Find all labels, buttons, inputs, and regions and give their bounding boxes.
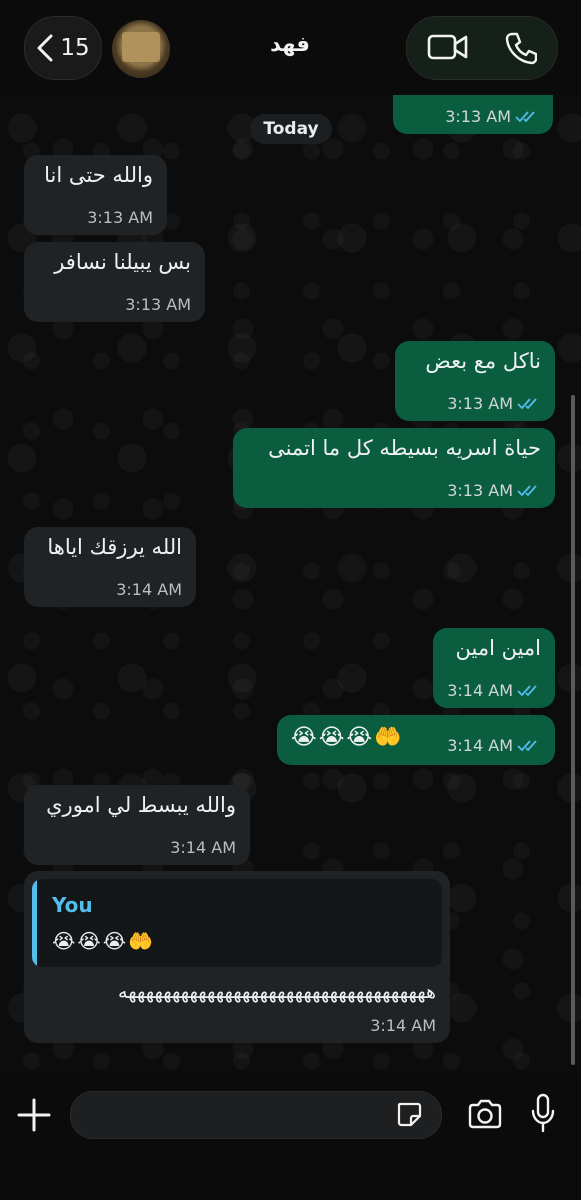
message-meta: 3:13 AM: [125, 295, 191, 314]
message-time: 3:14 AM: [447, 736, 513, 755]
message-bubble-incoming[interactable]: الله يرزقك اياها 3:14 AM: [24, 527, 196, 607]
double-check-icon: [517, 484, 537, 496]
back-button[interactable]: 15: [24, 16, 102, 80]
double-check-icon: [517, 684, 537, 696]
message-time: 3:13 AM: [87, 208, 153, 227]
message-bubble-incoming[interactable]: والله يبسط لي اموري 3:14 AM: [24, 785, 250, 865]
message-time: 3:13 AM: [125, 295, 191, 314]
chat-header: 15 فهد: [0, 0, 581, 95]
camera-icon[interactable]: [467, 1099, 503, 1129]
unread-count: 15: [60, 35, 90, 61]
avatar[interactable]: [112, 20, 170, 78]
message-meta: 3:14 AM: [447, 736, 541, 755]
message-bubble-incoming-reply[interactable]: You 😭😭😭🤲 ههههههههههههههههههههههههههههههه…: [24, 871, 450, 1043]
quoted-text: 😭😭😭🤲: [52, 929, 156, 953]
video-call-icon[interactable]: [427, 31, 469, 63]
message-bubble-outgoing[interactable]: ناكل مع بعض 3:13 AM: [395, 341, 555, 421]
avatar-image: [122, 32, 160, 62]
message-text: بس يبيلنا نسافر: [54, 250, 191, 274]
message-time: 3:14 AM: [170, 838, 236, 857]
message-text: حياة اسريه بسيطه كل ما اتمنى: [268, 436, 541, 460]
plus-icon[interactable]: [14, 1095, 54, 1135]
date-chip: Today: [250, 114, 332, 144]
message-text: والله يبسط لي اموري: [46, 793, 236, 817]
phone-icon[interactable]: [505, 31, 537, 65]
message-text: الله يرزقك اياها: [47, 535, 182, 559]
message-meta: 3:13 AM: [445, 107, 539, 126]
message-bubble-outgoing[interactable]: حياة اسريه بسيطه كل ما اتمنى 3:13 AM: [233, 428, 555, 508]
scrollbar[interactable]: [571, 395, 575, 1065]
message-time: 3:14 AM: [447, 681, 513, 700]
call-actions: [406, 16, 558, 80]
double-check-icon: [517, 397, 537, 409]
sticker-icon[interactable]: [396, 1101, 422, 1127]
message-meta: 3:14 AM: [370, 1016, 436, 1035]
mic-icon[interactable]: [530, 1093, 556, 1133]
message-text: امين امين: [455, 636, 542, 660]
message-time: 3:13 AM: [447, 394, 513, 413]
message-text: والله حتى انا: [44, 163, 153, 187]
double-check-icon: [517, 739, 537, 751]
message-time: 3:13 AM: [447, 481, 513, 500]
double-check-icon: [515, 110, 535, 122]
message-meta: 3:13 AM: [447, 481, 541, 500]
message-text: هههههههههههههههههههههههههههههههههههه: [118, 981, 436, 1003]
message-bubble-incoming[interactable]: والله حتى انا 3:13 AM: [24, 155, 167, 235]
message-bubble-incoming[interactable]: بس يبيلنا نسافر 3:13 AM: [24, 242, 205, 322]
compose-bar: [0, 1075, 581, 1200]
message-bubble-outgoing[interactable]: امين امين 3:14 AM: [433, 628, 555, 708]
message-meta: 3:14 AM: [116, 580, 182, 599]
message-meta: 3:14 AM: [447, 681, 541, 700]
message-bubble-outgoing[interactable]: 😭😭😭🤲 3:14 AM: [277, 715, 555, 765]
message-time: 3:14 AM: [370, 1016, 436, 1035]
message-meta: 3:13 AM: [447, 394, 541, 413]
chevron-left-icon: [37, 34, 53, 62]
contact-name[interactable]: فهد: [180, 32, 400, 56]
message-input[interactable]: [70, 1091, 442, 1139]
message-meta: 3:14 AM: [170, 838, 236, 857]
quoted-author: You: [52, 893, 93, 917]
quote-bar: [32, 879, 37, 967]
message-time: 3:14 AM: [116, 580, 182, 599]
message-time: 3:13 AM: [445, 107, 511, 126]
message-meta: 3:13 AM: [87, 208, 153, 227]
message-text: ناكل مع بعض: [425, 349, 541, 373]
quoted-message[interactable]: You 😭😭😭🤲: [32, 879, 442, 967]
